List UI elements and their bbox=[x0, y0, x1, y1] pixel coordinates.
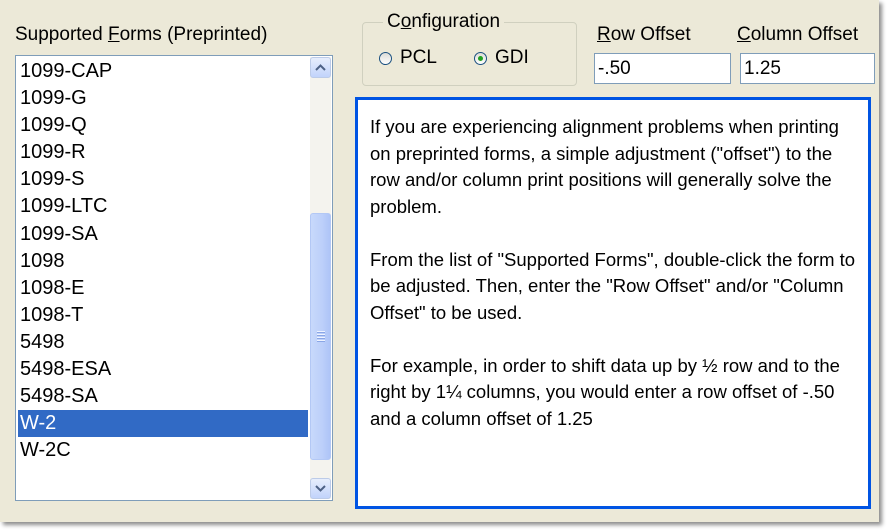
list-item[interactable]: 1099-G bbox=[18, 85, 308, 112]
list-item[interactable]: 1099-LTC bbox=[18, 193, 308, 220]
column-offset-input[interactable]: 1.25 bbox=[740, 53, 875, 84]
help-paragraph: If you are experiencing alignment proble… bbox=[370, 116, 839, 217]
forms-list-scrollbar[interactable] bbox=[310, 57, 331, 499]
radio-gdi-label: GDI bbox=[495, 47, 529, 68]
configuration-label: Configuration bbox=[383, 11, 505, 33]
column-offset-accelerator: C bbox=[737, 24, 751, 45]
scroll-thumb[interactable] bbox=[310, 213, 331, 460]
list-item[interactable]: 5498-SA bbox=[18, 383, 308, 410]
configuration-group: Configuration PCL GDI bbox=[362, 11, 577, 86]
list-item[interactable]: 1099-CAP bbox=[18, 58, 308, 85]
supported-forms-label: Supported Forms (Preprinted) bbox=[15, 24, 267, 46]
list-item[interactable]: 1099-SA bbox=[18, 221, 308, 248]
list-item[interactable]: 1098-T bbox=[18, 302, 308, 329]
help-paragraph: From the list of "Supported Forms", doub… bbox=[370, 248, 856, 323]
list-item[interactable]: 1099-S bbox=[18, 166, 308, 193]
config-label-rest: nfiguration bbox=[411, 11, 501, 32]
list-item[interactable]: 5498-ESA bbox=[18, 356, 308, 383]
dialog-panel: Supported Forms (Preprinted) 1099-CAP 109… bbox=[0, 0, 879, 522]
forms-label-rest: orms (Preprinted) bbox=[119, 24, 268, 45]
list-item[interactable]: 1099-Q bbox=[18, 112, 308, 139]
scroll-down-arrow-icon bbox=[315, 485, 326, 492]
supported-forms-listbox[interactable]: 1099-CAP 1099-G 1099-Q 1099-R 1099-S 1099-LTC… bbox=[15, 55, 333, 501]
radio-pcl-indicator[interactable] bbox=[379, 51, 392, 65]
help-paragraph: For example, in order to shift data up b… bbox=[370, 354, 840, 429]
list-item[interactable]: 1098-E bbox=[18, 275, 308, 302]
radio-gdi[interactable]: GDI bbox=[474, 47, 529, 69]
scroll-down-button[interactable] bbox=[310, 478, 331, 499]
list-item[interactable]: W-2 bbox=[18, 410, 308, 438]
row-offset-label: Row Offset bbox=[597, 24, 691, 46]
row-offset-input[interactable]: -.50 bbox=[594, 53, 731, 84]
list-item[interactable]: W-2C bbox=[18, 437, 308, 464]
column-offset-label: Column Offset bbox=[737, 24, 858, 46]
forms-label-prefix: Supported bbox=[15, 24, 108, 45]
scroll-grip-icon bbox=[316, 330, 325, 343]
config-label-accelerator: o bbox=[400, 11, 412, 32]
list-item[interactable]: 1099-R bbox=[18, 139, 308, 166]
scroll-up-arrow-icon bbox=[315, 64, 326, 71]
help-text-box: If you are experiencing alignment proble… bbox=[355, 97, 871, 509]
forms-list: 1099-CAP 1099-G 1099-Q 1099-R 1099-S 1099-LTC… bbox=[18, 58, 308, 498]
row-offset-accelerator: R bbox=[597, 24, 611, 45]
column-offset-label-rest: olumn Offset bbox=[750, 24, 859, 45]
scroll-up-button[interactable] bbox=[310, 57, 331, 78]
list-item[interactable]: 5498 bbox=[18, 329, 308, 356]
radio-selected-dot bbox=[478, 55, 483, 61]
radio-gdi-indicator[interactable] bbox=[474, 51, 487, 65]
config-label-prefix: C bbox=[387, 11, 401, 32]
radio-pcl[interactable]: PCL bbox=[379, 47, 437, 69]
list-item[interactable]: 1098 bbox=[18, 248, 308, 275]
radio-pcl-label: PCL bbox=[400, 47, 437, 68]
row-offset-label-rest: ow Offset bbox=[610, 24, 691, 45]
forms-label-accelerator: F bbox=[107, 24, 120, 45]
